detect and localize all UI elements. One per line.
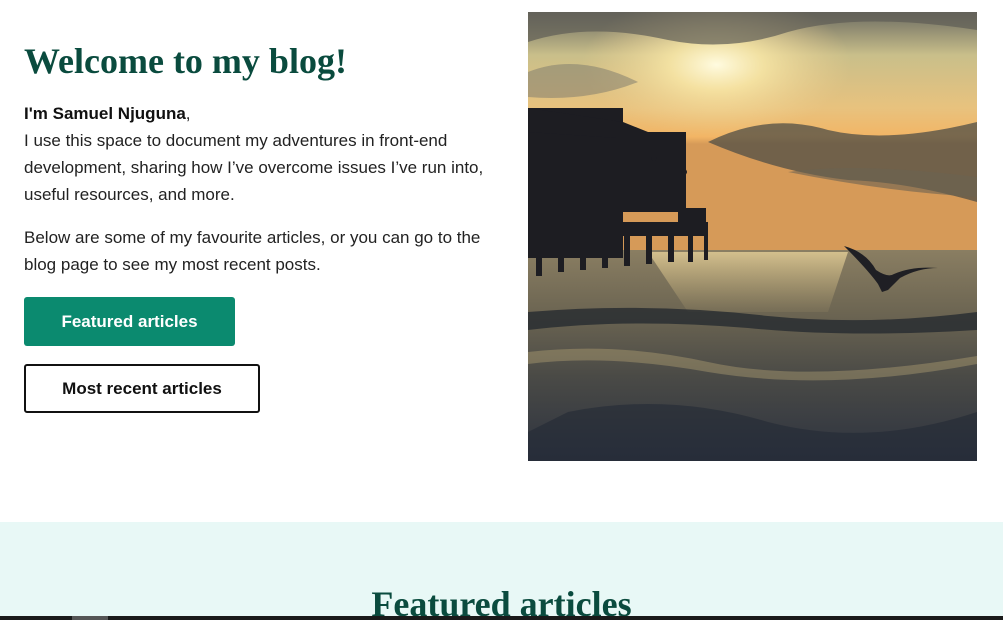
intro: Welcome to my blog! I'm Samuel Njuguna, I… [24,36,494,278]
intro-paragraph: Below are some of my favourite articles,… [24,228,481,274]
hero-image [528,12,977,461]
featured-section: Featured articles [0,522,1003,620]
bio-text: I'm Samuel Njuguna, I use this space to d… [24,100,494,208]
page-title: Welcome to my blog! [24,41,347,81]
featured-articles-button[interactable]: Featured articles [24,297,235,346]
bio-description: I use this space to document my adventur… [24,131,484,204]
hero-section: Welcome to my blog! I'm Samuel Njuguna, I… [0,0,1003,522]
author-name: I'm Samuel Njuguna [24,104,186,123]
recent-articles-button[interactable]: Most recent articles [24,364,260,413]
horizontal-scrollbar[interactable] [0,616,1003,620]
scrollbar-thumb[interactable] [72,616,108,620]
name-comma: , [185,104,191,123]
featured-title: Featured articles [371,584,632,620]
